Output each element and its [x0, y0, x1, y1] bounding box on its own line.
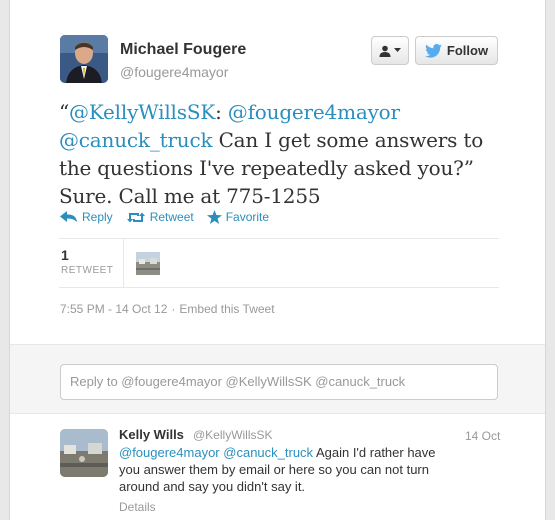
reply-author-handle[interactable]: @KellyWillsSK: [193, 428, 273, 442]
user-icon: [379, 45, 391, 57]
retweet-count[interactable]: 1: [61, 247, 69, 263]
retweet-count-label[interactable]: RETWEET: [61, 265, 113, 276]
author-avatar[interactable]: [60, 35, 108, 83]
divider: [59, 238, 499, 239]
reply-author-avatar[interactable]: [60, 429, 108, 477]
retweet-label: Retweet: [149, 210, 194, 224]
tweet-main: Michael Fougere @fougere4mayor Follow “@…: [10, 0, 545, 344]
reply-area: Reply to @fougere4mayor @KellyWillsSK @c…: [10, 344, 545, 414]
tweet-meta: 7:55 PM - 14 Oct 12 · Embed this Tweet: [60, 302, 275, 316]
retweet-button[interactable]: Retweet: [126, 210, 194, 224]
reply-label: Reply: [82, 210, 113, 224]
twitter-bird-icon: [425, 43, 442, 58]
follow-button[interactable]: Follow: [415, 36, 498, 65]
mention-link[interactable]: @canuck_truck: [223, 445, 313, 460]
mention-link[interactable]: @KellyWillsSK: [69, 100, 215, 124]
reply-button[interactable]: Reply: [60, 210, 113, 224]
reply-author-name[interactable]: Kelly Wills: [119, 427, 184, 442]
mention-link[interactable]: @canuck_truck: [59, 128, 213, 152]
author-name[interactable]: Michael Fougere: [120, 41, 246, 59]
open-quote: “: [59, 100, 70, 124]
embed-tweet-link[interactable]: Embed this Tweet: [179, 302, 274, 316]
star-icon: [206, 210, 222, 224]
reply-timestamp[interactable]: 14 Oct: [465, 429, 500, 443]
tweet-card: Michael Fougere @fougere4mayor Follow “@…: [9, 0, 546, 520]
tweet-actions: Reply Retweet Favorite: [60, 210, 269, 224]
favorite-button[interactable]: Favorite: [206, 210, 270, 224]
details-link[interactable]: Details: [119, 500, 156, 514]
follow-label: Follow: [446, 43, 489, 58]
author-handle[interactable]: @fougere4mayor: [120, 64, 228, 80]
favorite-label: Favorite: [225, 210, 270, 224]
mention-link[interactable]: @fougere4mayor: [228, 100, 400, 124]
reply-input[interactable]: Reply to @fougere4mayor @KellyWillsSK @c…: [60, 364, 498, 400]
reply-icon: [60, 211, 77, 222]
mention-link[interactable]: @fougere4mayor: [119, 445, 220, 460]
tweet-text: “@KellyWillsSK: @fougere4mayor @canuck_t…: [59, 98, 519, 210]
divider: [123, 238, 124, 287]
reply-tweet[interactable]: Kelly Wills @KellyWillsSK 14 Oct @fouger…: [10, 414, 545, 520]
retweeter-avatar[interactable]: [136, 252, 160, 275]
user-actions-button[interactable]: [371, 36, 409, 65]
divider: [59, 287, 499, 288]
chevron-down-icon: [394, 48, 401, 52]
tweet-timestamp[interactable]: 7:55 PM - 14 Oct 12: [60, 302, 167, 316]
retweet-icon: [126, 212, 145, 222]
meta-separator: ·: [171, 302, 176, 316]
reply-text: @fougere4mayor @canuck_truck Again I'd r…: [119, 444, 459, 495]
colon: :: [215, 100, 222, 124]
